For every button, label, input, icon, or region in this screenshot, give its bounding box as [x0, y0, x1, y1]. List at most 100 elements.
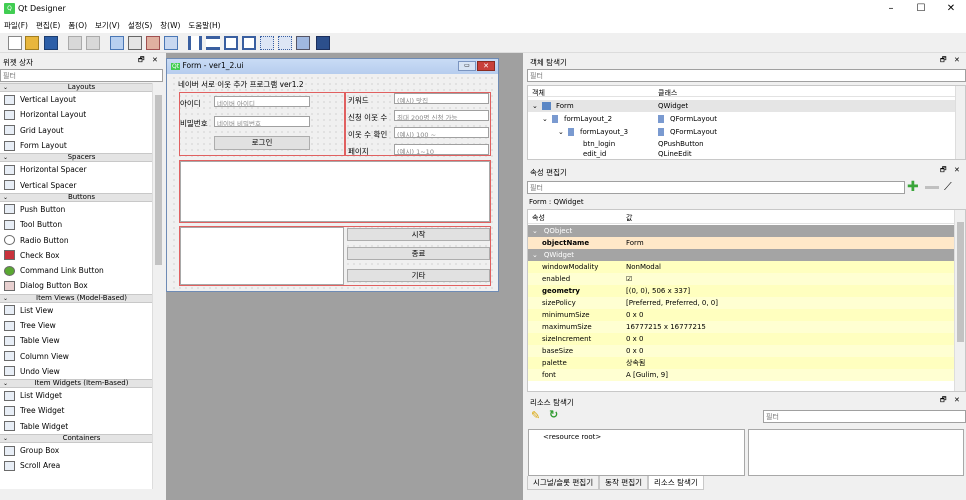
layout-grid-icon[interactable]	[260, 36, 274, 50]
layout-splitter-h-icon[interactable]	[224, 36, 238, 50]
form-minimize-button[interactable]: ▭	[458, 61, 476, 71]
keyword-input[interactable]: (예시) 맛집	[394, 93, 489, 104]
widget-item[interactable]: Group Box	[0, 443, 163, 458]
widget-item[interactable]: Vertical Layout	[0, 92, 163, 107]
prop-row[interactable]: windowModality NonModal	[528, 261, 954, 274]
menu-window[interactable]: 창(W)	[156, 18, 184, 33]
widget-item[interactable]: Check Box	[0, 248, 163, 263]
widget-item[interactable]: Command Link Button	[0, 263, 163, 278]
property-scrollbar[interactable]	[954, 210, 965, 391]
form-window[interactable]: Qt Form - ver1_2.ui ▭ ✕ 네이버 서로 이웃 추가 프로그…	[166, 58, 499, 292]
tree-row[interactable]: ⌄ formLayout_2 QFormLayout	[528, 113, 955, 125]
maximize-button[interactable]: ☐	[906, 0, 936, 18]
save-icon[interactable]	[44, 36, 58, 50]
resource-root[interactable]: <resource root>	[543, 433, 601, 441]
widget-item[interactable]: List View	[0, 303, 163, 318]
group-qobject[interactable]: ⌄ QObject	[528, 225, 954, 238]
property-filter[interactable]: 필터	[527, 181, 905, 194]
end-button[interactable]: 종료	[347, 247, 490, 260]
prop-row[interactable]: maximumSize 16777215 x 16777215	[528, 321, 954, 334]
widget-item[interactable]: Tree Widget	[0, 403, 163, 418]
edit-widgets-icon[interactable]	[110, 36, 124, 50]
float-icon[interactable]: 🗗	[940, 166, 947, 177]
menu-file[interactable]: 파일(F)	[0, 18, 32, 33]
minimize-button[interactable]: –	[876, 0, 906, 18]
request-count-input[interactable]: 최대 200명 신청 가능	[394, 110, 489, 121]
float-icon[interactable]: 🗗	[940, 396, 947, 407]
widget-item[interactable]: Horizontal Layout	[0, 107, 163, 122]
close-icon[interactable]: ✕	[954, 396, 960, 404]
widget-item[interactable]: Radio Button	[0, 232, 163, 247]
float-icon[interactable]: 🗗	[940, 56, 947, 67]
menu-edit[interactable]: 편집(E)	[32, 18, 64, 33]
widget-item[interactable]: Table Widget	[0, 419, 163, 434]
category-spacers[interactable]: ⌄ Spacers	[0, 153, 163, 163]
form-close-button[interactable]: ✕	[477, 61, 495, 71]
id-input[interactable]: 네이버 아이디	[214, 96, 310, 107]
reload-icon[interactable]: ↻	[549, 408, 558, 421]
layout-form-icon[interactable]	[278, 36, 292, 50]
prop-row-objectname[interactable]: objectName Form	[528, 237, 954, 250]
login-button[interactable]: 로그인	[214, 136, 310, 150]
cut-icon[interactable]	[68, 36, 82, 50]
menu-help[interactable]: 도움말(H)	[184, 18, 224, 33]
category-containers[interactable]: ⌄ Containers	[0, 433, 163, 443]
tab-signal-slot-editor[interactable]: 시그널/슬롯 편집기	[527, 476, 600, 490]
menu-form[interactable]: 폼(O)	[64, 18, 91, 33]
widget-item[interactable]: List Widget	[0, 388, 163, 403]
new-file-icon[interactable]	[8, 36, 22, 50]
tree-row[interactable]: edit_id QLineEdit	[528, 149, 955, 159]
adjust-size-icon[interactable]	[316, 36, 330, 50]
float-icon[interactable]: 🗗	[138, 56, 145, 67]
widget-item[interactable]: Dialog Button Box	[0, 278, 163, 293]
prop-row[interactable]: sizePolicy [Preferred, Preferred, 0, 0]	[528, 297, 954, 310]
tab-resource-browser[interactable]: 리소스 탐색기	[648, 476, 704, 490]
break-layout-icon[interactable]	[296, 36, 310, 50]
resource-filter[interactable]: 필터	[763, 410, 966, 423]
remove-property-icon[interactable]	[925, 186, 939, 189]
tree-row[interactable]: ⌄ formLayout_3 QFormLayout	[528, 126, 955, 138]
menu-view[interactable]: 보기(V)	[91, 18, 124, 33]
layout-splitter-v-icon[interactable]	[242, 36, 256, 50]
widget-item[interactable]: Undo View	[0, 364, 163, 379]
tree-row[interactable]: btn_login QPushButton	[528, 139, 955, 149]
category-layouts[interactable]: ⌄ Layouts	[0, 83, 163, 92]
page-input[interactable]: (예시) 1~10	[394, 144, 489, 155]
close-icon[interactable]: ✕	[152, 56, 158, 64]
object-inspector-filter[interactable]: 필터	[527, 69, 966, 82]
category-buttons[interactable]: ⌄ Buttons	[0, 192, 163, 202]
widget-item[interactable]: Horizontal Spacer	[0, 162, 163, 177]
check-count-input[interactable]: (예시) 100 ~	[394, 127, 489, 138]
group-qwidget[interactable]: ⌄ QWidget	[528, 249, 954, 262]
widget-item[interactable]: Tree View	[0, 318, 163, 333]
log-text-area[interactable]	[180, 161, 490, 222]
scrollbar-thumb[interactable]	[155, 95, 162, 265]
edit-buddies-icon[interactable]	[146, 36, 160, 50]
widget-item[interactable]: Form Layout	[0, 138, 163, 153]
category-item-widgets[interactable]: ⌄ Item Widgets (Item-Based)	[0, 379, 163, 389]
layout-vertical-icon[interactable]	[206, 36, 220, 50]
widget-item[interactable]: Vertical Spacer	[0, 177, 163, 192]
widget-item[interactable]: Push Button	[0, 202, 163, 217]
pw-input[interactable]: 네이버 비밀번호	[214, 116, 310, 127]
configure-icon[interactable]: ⟋	[944, 180, 952, 194]
edit-signals-icon[interactable]	[128, 36, 142, 50]
category-item-views[interactable]: ⌄ Item Views (Model-Based)	[0, 293, 163, 303]
prop-row[interactable]: sizeIncrement 0 x 0	[528, 333, 954, 346]
tree-row-selected[interactable]: ⌄ Form QWidget	[528, 100, 955, 112]
widget-box-filter[interactable]: 필터	[0, 69, 163, 82]
edit-tab-order-icon[interactable]	[164, 36, 178, 50]
start-button[interactable]: 시작	[347, 228, 490, 241]
tab-action-editor[interactable]: 동작 편집기	[599, 476, 649, 490]
prop-row[interactable]: minimumSize 0 x 0	[528, 309, 954, 322]
resource-tree[interactable]: <resource root>	[528, 429, 745, 476]
prop-row[interactable]: palette 상속됨	[528, 357, 954, 370]
prop-row[interactable]: geometry [(0, 0), 506 x 337]	[528, 285, 954, 298]
open-folder-icon[interactable]	[25, 36, 39, 50]
resource-view[interactable]	[748, 429, 964, 476]
prop-row[interactable]: font A [Gulim, 9]	[528, 369, 954, 382]
edit-resources-icon[interactable]: ✎	[531, 409, 540, 422]
widget-item[interactable]: Scroll Area	[0, 458, 163, 473]
widget-item[interactable]: Column View	[0, 348, 163, 363]
result-list[interactable]	[180, 227, 344, 285]
